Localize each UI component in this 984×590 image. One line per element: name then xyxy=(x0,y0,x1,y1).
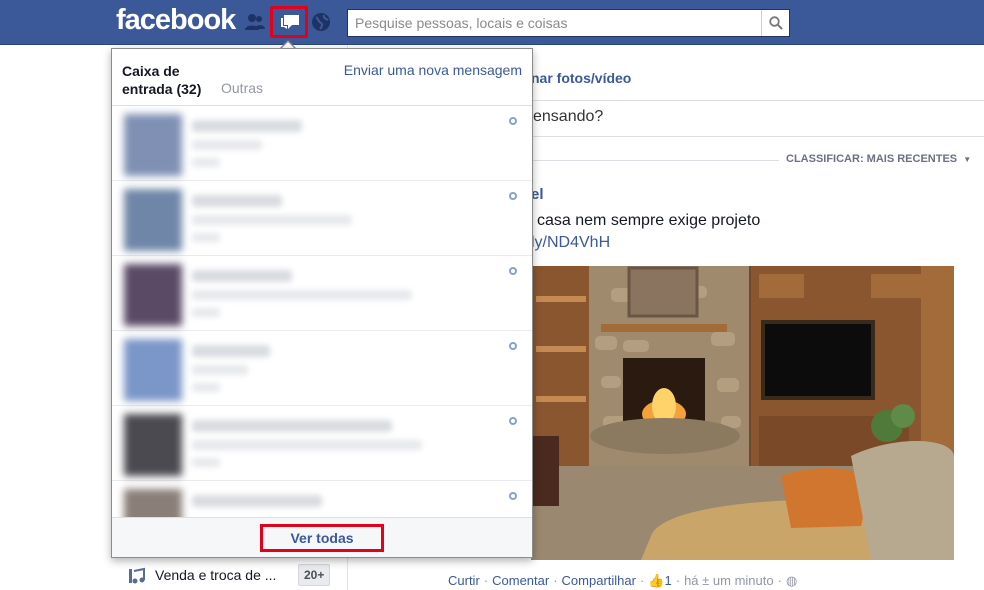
mark-as-read-dot[interactable] xyxy=(509,267,517,275)
thread-timestamp xyxy=(192,383,220,392)
composer-divider xyxy=(500,136,984,137)
search-input[interactable] xyxy=(348,10,758,36)
composer-photo-video-tab[interactable]: nar fotos/vídeo xyxy=(531,70,631,86)
mark-as-read-dot[interactable] xyxy=(509,342,517,350)
share-link[interactable]: Compartilhar xyxy=(562,573,636,588)
sidebar-item-label: Venda e troca de ... xyxy=(155,567,277,583)
thread-timestamp xyxy=(192,158,220,167)
mark-as-read-dot[interactable] xyxy=(509,117,517,125)
message-thread[interactable] xyxy=(112,181,532,256)
thread-sender-name xyxy=(192,120,302,132)
thread-timestamp xyxy=(192,233,220,242)
mark-as-read-dot[interactable] xyxy=(509,417,517,425)
search-box xyxy=(347,9,790,37)
sort-dropdown[interactable]: CLASSIFICAR: MAIS RECENTES ▼ xyxy=(786,153,971,165)
thread-sender-name xyxy=(192,195,282,207)
composer-divider xyxy=(500,100,984,101)
thread-timestamp xyxy=(192,458,220,467)
post-url-link[interactable]: ly/ND4VhH xyxy=(531,234,610,252)
thread-snippet xyxy=(192,365,248,375)
avatar xyxy=(124,114,182,176)
thread-sender-name xyxy=(192,345,270,357)
thread-snippet xyxy=(192,215,352,225)
avatar xyxy=(124,189,182,251)
thread-sender-name xyxy=(192,270,292,282)
message-thread[interactable] xyxy=(112,106,532,181)
music-note-icon xyxy=(129,567,145,584)
mark-as-read-dot[interactable] xyxy=(509,192,517,200)
avatar xyxy=(124,339,182,401)
like-count[interactable]: 1 xyxy=(665,573,672,588)
messages-flyout: Caixa de entrada (32) Outras Enviar uma … xyxy=(111,48,533,558)
comment-link[interactable]: Comentar xyxy=(492,573,549,588)
facebook-logo[interactable]: facebook xyxy=(116,4,236,37)
other-messages-tab[interactable]: Outras xyxy=(221,80,263,96)
notifications-globe-icon[interactable] xyxy=(310,11,332,33)
messages-icon[interactable] xyxy=(270,6,308,38)
search-icon xyxy=(769,16,783,30)
sidebar-item-count-badge: 20+ xyxy=(298,564,331,586)
thread-sender-name xyxy=(192,495,322,507)
see-all-messages-button[interactable]: Ver todas xyxy=(260,524,384,552)
messages-flyout-footer: Ver todas xyxy=(112,517,532,557)
globe-privacy-icon[interactable]: ◍ xyxy=(786,573,797,588)
friend-requests-icon[interactable] xyxy=(244,11,266,33)
top-navigation-bar: facebook xyxy=(0,0,984,45)
post-action-bar: Curtir · Comentar · Compartilhar · 👍1 · há ± um … xyxy=(448,573,798,588)
send-new-message-link[interactable]: Enviar uma nova mensagem xyxy=(344,62,522,78)
message-thread[interactable] xyxy=(112,406,532,481)
status-composer-input[interactable]: ensando? xyxy=(533,108,603,126)
post-timestamp[interactable]: há ± um minuto xyxy=(684,573,774,588)
mark-as-read-dot[interactable] xyxy=(509,492,517,500)
thread-snippet xyxy=(192,290,412,300)
sort-label: CLASSIFICAR: MAIS RECENTES xyxy=(786,153,958,165)
message-thread[interactable] xyxy=(112,481,532,519)
inbox-tab[interactable]: Caixa de entrada (32) xyxy=(122,62,202,98)
message-thread[interactable] xyxy=(112,256,532,331)
sort-divider xyxy=(533,160,779,161)
post-photo[interactable] xyxy=(531,266,954,560)
avatar xyxy=(124,264,182,326)
avatar xyxy=(124,489,182,519)
avatar xyxy=(124,414,182,476)
like-link[interactable]: Curtir xyxy=(448,573,480,588)
chevron-down-icon: ▼ xyxy=(963,155,972,164)
post-text: casa nem sempre exige projeto xyxy=(537,212,761,229)
thread-sender-name xyxy=(192,420,392,432)
thread-snippet xyxy=(192,440,422,450)
thread-snippet xyxy=(192,140,262,150)
search-button[interactable] xyxy=(761,10,789,36)
thread-timestamp xyxy=(192,308,220,317)
message-thread[interactable] xyxy=(112,331,532,406)
thumbs-up-icon[interactable]: 👍 xyxy=(648,573,664,588)
messages-flyout-header: Caixa de entrada (32) Outras Enviar uma … xyxy=(112,49,532,106)
